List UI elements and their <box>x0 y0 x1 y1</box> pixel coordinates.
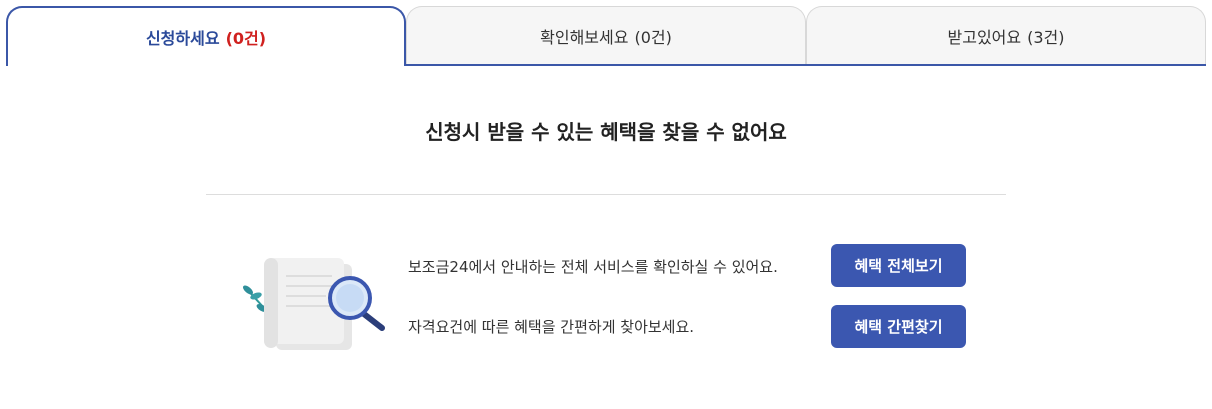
tab-receiving[interactable]: 받고있어요 (3건) <box>806 6 1206 64</box>
tab-check[interactable]: 확인해보세요 (0건) <box>406 6 806 64</box>
document-magnifier-icon <box>243 258 385 350</box>
tab-receiving-count: (3건) <box>1027 27 1065 47</box>
tab-check-label: 확인해보세요 <box>540 27 629 47</box>
divider <box>206 194 1006 195</box>
tab-apply-count: (0건) <box>225 29 267 48</box>
tab-receiving-label: 받고있어요 <box>947 27 1022 47</box>
benefit-tabs: 신청하세요 (0건) 확인해보세요 (0건) 받고있어요 (3건) <box>6 6 1206 66</box>
info-all-services-text: 보조금24에서 안내하는 전체 서비스를 확인하실 수 있어요. <box>408 258 778 276</box>
tab-apply[interactable]: 신청하세요 (0건) <box>6 6 406 66</box>
info-easy-search-text: 자격요건에 따른 혜택을 간편하게 찾아보세요. <box>408 318 695 336</box>
tab-apply-label: 신청하세요 <box>145 29 220 48</box>
view-all-benefits-button[interactable]: 혜택 전체보기 <box>831 244 966 287</box>
tab-check-count: (0건) <box>634 27 672 47</box>
empty-state-title: 신청시 받을 수 있는 혜택을 찾을 수 없어요 <box>425 120 787 144</box>
easy-search-benefits-button[interactable]: 혜택 간편찾기 <box>831 305 966 348</box>
